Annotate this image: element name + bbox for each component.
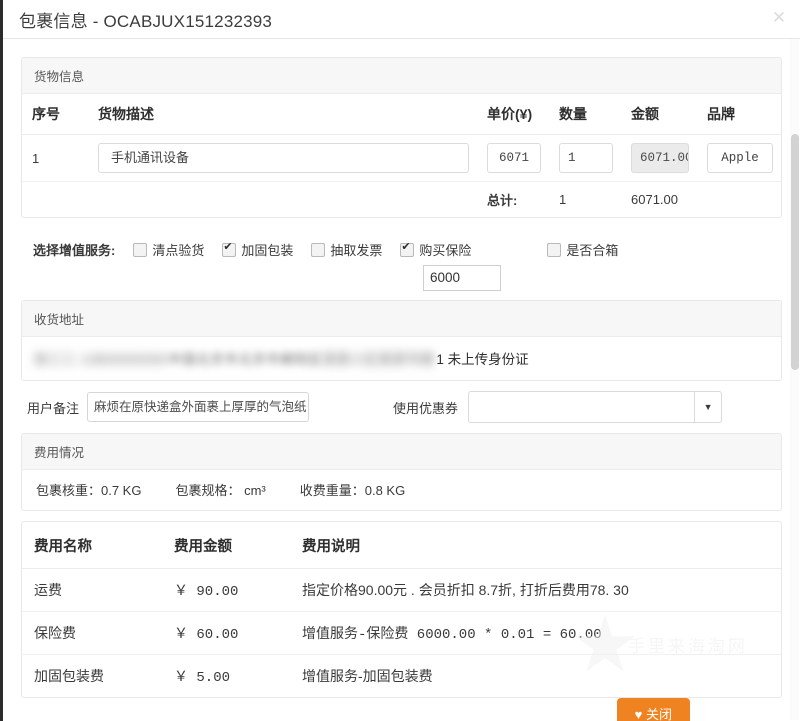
scrollbar-thumb[interactable] — [791, 134, 799, 370]
total-spacer-3 — [697, 182, 781, 218]
checkbox-box-icon — [133, 242, 148, 257]
address-panel: 收货地址 张三三 13800000000 中国北京市北京市朝阳区 某某小区某某号… — [21, 300, 782, 381]
coupon-input[interactable] — [468, 391, 695, 423]
goods-row-quantity-cell: 1 — [549, 134, 621, 182]
total-quantity: 1 — [559, 192, 567, 207]
fee-table-header-row: 费用名称 费用金额 费用说明 — [22, 524, 781, 569]
fee-detail-panel: 费用名称 费用金额 费用说明 运费 ￥ 90.00 指定价格90.00元 . 会… — [21, 521, 782, 698]
value-added-services-label: 选择增值服务: — [33, 243, 116, 258]
goods-unit-price-input[interactable]: 6071 — [487, 143, 541, 173]
remark-label: 用户备注 — [27, 400, 80, 416]
checkbox-consolidate-box-label: 是否合箱 — [566, 243, 619, 258]
goods-col-unit-price: 单价(¥) — [477, 94, 549, 135]
fee-row-amount: ￥ 60.00 — [162, 611, 290, 655]
address-redacted-lead: 张三三 13800000000 — [34, 352, 169, 367]
fee-row-description: 指定价格90.00元 . 会员折扣 8.7折, 打折后费用78. 30 — [290, 568, 781, 612]
total-label: 总计: — [487, 193, 518, 208]
checkbox-box-checked-icon — [400, 240, 415, 257]
goods-row-description-cell: 手机通讯设备 — [88, 134, 477, 182]
total-spacer-2 — [88, 182, 477, 218]
fee-row-description: 增值服务-保险费 6000.00 * 0.01 = 60.00 — [290, 611, 781, 655]
modal-scroll-area: 货物信息 序号 货物描述 单价(¥) 数量 金额 品牌 1 手机通讯设备 607… — [3, 39, 800, 721]
checkbox-request-invoice[interactable]: 抽取发票 — [311, 240, 382, 259]
goods-total-row: 总计: 1 6071.00 — [22, 182, 781, 218]
table-row: 1 手机通讯设备 6071 1 6071.00 Apple — [22, 134, 781, 182]
table-row: 保险费 ￥ 60.00 增值服务-保险费 6000.00 * 0.01 = 60… — [22, 611, 781, 655]
goods-col-amount: 金额 — [621, 94, 697, 135]
parcel-dimensions: 包裹规格： cm³ — [175, 483, 266, 498]
fee-panel-heading: 费用情况 — [22, 434, 781, 470]
goods-col-brand: 品牌 — [697, 94, 781, 135]
total-amount: 6071.00 — [631, 192, 678, 207]
goods-col-description: 货物描述 — [88, 94, 477, 135]
coupon-label: 使用优惠券 — [393, 400, 459, 416]
goods-panel: 货物信息 序号 货物描述 单价(¥) 数量 金额 品牌 1 手机通讯设备 607… — [21, 57, 782, 218]
checkbox-reinforced-packing-label: 加固包装 — [241, 243, 294, 258]
insurance-amount-input[interactable]: 6000 — [423, 265, 501, 291]
address-value-row: 张三三 13800000000 中国北京市北京市朝阳区 某某小区某某号楼 1 未… — [22, 337, 781, 380]
address-redacted-mid: 中国北京市北京市朝阳区 — [168, 352, 323, 367]
table-row: 运费 ￥ 90.00 指定价格90.00元 . 会员折扣 8.7折, 打折后费用… — [22, 568, 781, 612]
fee-row-name: 加固包装费 — [34, 668, 104, 684]
goods-panel-body: 序号 货物描述 单价(¥) 数量 金额 品牌 1 手机通讯设备 6071 1 6… — [22, 94, 781, 217]
goods-amount-field: 6071.00 — [631, 143, 689, 173]
coupon-select[interactable]: ▼ — [468, 391, 723, 423]
checkbox-box-icon — [547, 242, 562, 257]
remark-input[interactable]: 麻烦在原快递盒外面裹上厚厚的气泡纸，里面 — [87, 392, 310, 422]
goods-row-amount-cell: 6071.00 — [621, 134, 697, 182]
goods-row-no: 1 — [22, 134, 88, 182]
address-redacted-tail: 某某小区某某号楼 — [322, 352, 435, 367]
address-id-status: 1 未上传身份证 — [436, 352, 529, 367]
goods-row-brand-cell: Apple — [697, 134, 781, 182]
page-title: 包裹信息 - OCABJUX151232393 — [19, 11, 273, 31]
goods-row-unit-price-cell: 6071 — [477, 134, 549, 182]
address-panel-heading: 收货地址 — [22, 301, 781, 337]
checkbox-buy-insurance-label: 购买保险 — [419, 243, 472, 258]
goods-brand-input[interactable]: Apple — [707, 143, 773, 173]
value-added-services-section: 选择增值服务: 清点验货 加固包装 抽取发票 购买保险 — [21, 228, 782, 300]
close-button[interactable]: ♥ 关闭 — [616, 698, 690, 721]
goods-col-quantity: 数量 — [549, 94, 621, 135]
fee-row-name: 保险费 — [22, 611, 162, 655]
checkbox-inspect-goods-label: 清点验货 — [152, 243, 205, 258]
goods-panel-heading: 货物信息 — [22, 58, 781, 94]
checkbox-consolidate-box[interactable]: 是否合箱 — [547, 240, 618, 259]
fee-row-description: 增值服务-加固包装费 — [302, 668, 433, 684]
goods-table-header-row: 序号 货物描述 单价(¥) 数量 金额 品牌 — [22, 94, 781, 135]
goods-quantity-input[interactable]: 1 — [559, 143, 613, 173]
fee-meta-row: 包裹核重：0.7 KG 包裹规格： cm³ 收费重量：0.8 KG — [22, 470, 781, 510]
fee-row-amount: ￥ 90.00 — [162, 568, 290, 612]
fee-col-amount: 费用金额 — [162, 524, 290, 569]
package-info-modal: 包裹信息 - OCABJUX151232393 ✕ 货物信息 序号 货物描述 单… — [0, 0, 800, 721]
checkbox-buy-insurance[interactable]: 购买保险 — [400, 240, 471, 259]
fee-col-description: 费用说明 — [290, 524, 781, 569]
value-added-services-row: 选择增值服务: 清点验货 加固包装 抽取发票 购买保险 — [33, 240, 780, 259]
checkbox-request-invoice-label: 抽取发票 — [330, 243, 383, 258]
modal-titlebar: 包裹信息 - OCABJUX151232393 ✕ — [3, 0, 800, 39]
checkbox-box-checked-icon — [222, 240, 237, 257]
goods-table: 序号 货物描述 单价(¥) 数量 金额 品牌 1 手机通讯设备 6071 1 6… — [22, 94, 781, 217]
total-spacer-1 — [22, 182, 88, 218]
fee-row-name: 运费 — [22, 568, 162, 612]
checkbox-inspect-goods[interactable]: 清点验货 — [133, 240, 204, 259]
parcel-verified-weight: 包裹核重：0.7 KG — [36, 483, 142, 498]
modal-footer: ♥ 关闭 — [3, 697, 800, 721]
goods-col-no: 序号 — [22, 94, 88, 135]
goods-description-input[interactable]: 手机通讯设备 — [98, 143, 469, 173]
table-row: 加固包装费 ￥ 5.00 增值服务-加固包装费 — [22, 655, 781, 698]
remark-and-coupon-row: 用户备注 麻烦在原快递盒外面裹上厚厚的气泡纸，里面 使用优惠券 ▼ — [21, 391, 782, 423]
fee-table: 费用名称 费用金额 费用说明 运费 ￥ 90.00 指定价格90.00元 . 会… — [22, 524, 781, 697]
chargeable-weight: 收费重量：0.8 KG — [299, 483, 406, 498]
fee-row-amount: ￥ 5.00 — [174, 670, 231, 686]
checkbox-reinforced-packing[interactable]: 加固包装 — [222, 240, 293, 259]
fee-col-name: 费用名称 — [22, 524, 162, 569]
fee-panel: 费用情况 包裹核重：0.7 KG 包裹规格： cm³ 收费重量：0.8 KG — [21, 433, 782, 511]
chevron-down-icon[interactable]: ▼ — [694, 391, 723, 423]
checkbox-box-icon — [311, 242, 326, 257]
close-x-icon[interactable]: ✕ — [768, 7, 790, 29]
